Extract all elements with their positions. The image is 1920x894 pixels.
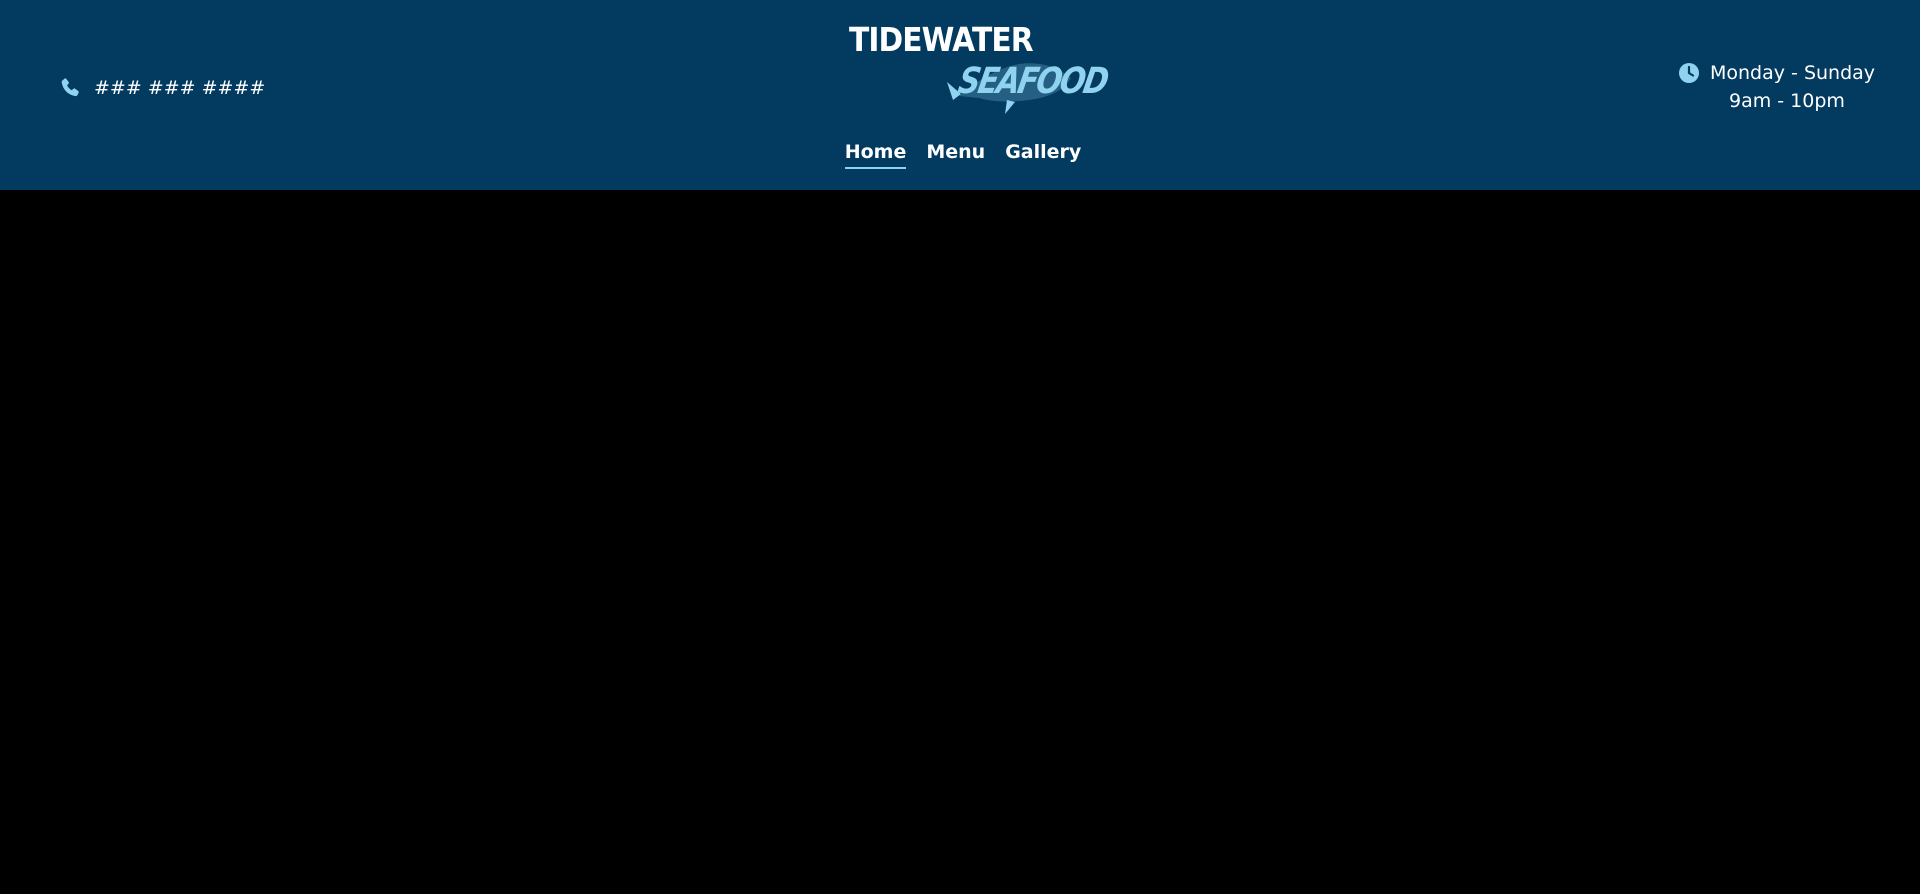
clock-icon [1678, 62, 1700, 84]
main-nav: Home Menu Gallery [0, 141, 1920, 169]
nav-item-home[interactable]: Home [844, 141, 907, 169]
phone-number: ### ### #### [94, 77, 266, 99]
nav-item-menu[interactable]: Menu [926, 141, 985, 169]
hours-time: 9am - 10pm [1729, 90, 1845, 112]
logo-wordmark-main: TIDEWATER [849, 20, 1034, 59]
site-header: ### ### #### TIDEWATER SEAFOOD Home Menu… [0, 0, 1920, 190]
site-logo[interactable]: TIDEWATER SEAFOOD [849, 20, 1110, 114]
logo-wordmark-sub: SEAFOOD [955, 60, 1111, 103]
nav-item-gallery[interactable]: Gallery [1005, 141, 1081, 169]
phone-icon [58, 76, 82, 100]
hero-area [0, 190, 1920, 894]
opening-hours: Monday - Sunday 9am - 10pm [1678, 62, 1875, 112]
phone-link[interactable]: ### ### #### [58, 76, 265, 100]
hours-days: Monday - Sunday [1710, 62, 1876, 84]
